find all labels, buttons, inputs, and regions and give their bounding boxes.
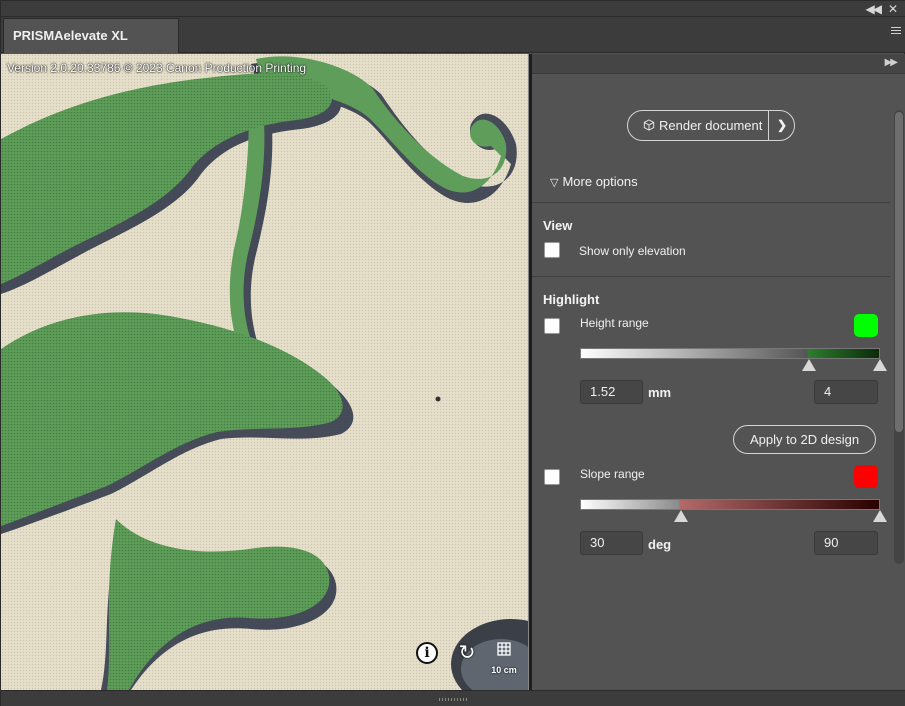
height-range-gradient: [580, 348, 880, 359]
tab-prismaelevate-preview[interactable]: PRISMAelevate XL Preview: [3, 18, 179, 76]
slope-range-color-swatch[interactable]: [854, 465, 878, 488]
height-range-high-handle[interactable]: [873, 359, 887, 371]
height-max-input[interactable]: 4: [814, 380, 878, 404]
apply-to-2d-design-button[interactable]: Apply to 2D design: [733, 425, 876, 454]
triangle-down-icon: ▽: [550, 177, 559, 189]
scrollbar-thumb[interactable]: [895, 112, 903, 432]
divider: [532, 276, 890, 277]
slope-max-input[interactable]: 90: [814, 531, 878, 555]
divider: [532, 202, 890, 203]
cube-icon: [643, 119, 655, 131]
height-unit-label: mm: [648, 385, 672, 400]
render-document-label: Render document: [659, 118, 763, 133]
highlight-section-title: Highlight: [543, 292, 600, 307]
height-range-color-swatch[interactable]: [854, 314, 878, 337]
slope-unit-label: deg: [648, 537, 672, 552]
slope-min-input[interactable]: 30: [580, 531, 643, 555]
more-options-toggle[interactable]: ▽ More options: [550, 174, 638, 189]
expand-panel-icon[interactable]: ▶▶: [885, 57, 898, 68]
slope-range-label: Slope range: [580, 467, 645, 481]
grid-icon[interactable]: [493, 640, 515, 660]
panel-top-strip: ◀◀ ✕: [1, 1, 905, 17]
grid-scale-label: 10 cm: [491, 665, 517, 675]
plugin-panel: ◀◀ ✕ PRISMAelevate XL Preview: [0, 0, 905, 706]
options-scrollbar[interactable]: [894, 110, 904, 564]
show-only-elevation-checkbox[interactable]: [544, 242, 560, 258]
version-text: Version 2.0.20.33786 © 2023 Canon Produc…: [7, 61, 307, 75]
tab-bar: PRISMAelevate XL Preview: [1, 17, 905, 76]
slope-range-high-handle[interactable]: [873, 510, 887, 522]
view-section-title: View: [543, 218, 573, 233]
options-panel-header: ▶▶: [532, 54, 905, 74]
collapse-panel-icon[interactable]: ◀◀: [866, 2, 883, 16]
reset-view-icon[interactable]: ↻: [456, 642, 478, 664]
render-document-split-button: Render document ❯: [627, 110, 795, 141]
height-min-input[interactable]: 1.52: [580, 380, 643, 404]
more-options-label: More options: [562, 174, 638, 189]
close-icon[interactable]: ✕: [888, 2, 898, 16]
panel-menu-icon[interactable]: [891, 27, 901, 37]
info-icon[interactable]: i: [416, 642, 438, 664]
render-document-button[interactable]: Render document: [628, 111, 768, 140]
resize-grip-icon[interactable]: [439, 698, 467, 701]
chevron-down-icon[interactable]: ❯: [769, 111, 795, 140]
options-panel: ▶▶ Render document ❯ ▽More options View: [532, 54, 905, 690]
height-range-label: Height range: [580, 316, 649, 330]
preview-render-image: [1, 54, 528, 690]
show-only-elevation-label: Show only elevation: [579, 244, 686, 258]
elevation-preview-viewport[interactable]: Version 2.0.20.33786 © 2023 Canon Produc…: [1, 54, 528, 690]
height-range-checkbox[interactable]: [544, 318, 560, 334]
panel-bottom-strip: [1, 690, 905, 706]
slope-range-low-handle[interactable]: [674, 510, 688, 522]
height-range-low-handle[interactable]: [802, 359, 816, 371]
slope-range-gradient: [580, 499, 880, 510]
slope-range-checkbox[interactable]: [544, 469, 560, 485]
